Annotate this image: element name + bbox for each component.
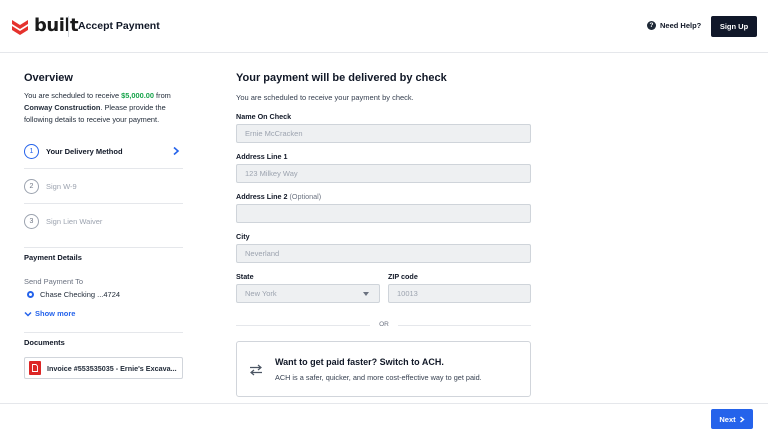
delivery-subtitle: You are scheduled to receive your paymen… xyxy=(236,93,414,102)
next-button[interactable]: Next xyxy=(711,409,753,429)
show-more-label: Show more xyxy=(35,309,76,318)
ach-title: Want to get paid faster? Switch to ACH. xyxy=(275,357,444,367)
divider xyxy=(24,168,183,169)
step-label: Sign Lien Waiver xyxy=(46,217,103,226)
built-logo-icon xyxy=(12,19,28,35)
name-on-check-label: Name On Check xyxy=(236,112,292,121)
chevron-right-icon xyxy=(739,415,745,423)
footer-divider xyxy=(0,403,768,404)
question-icon: ? xyxy=(647,21,656,30)
step-number: 2 xyxy=(24,179,39,194)
page-title: Accept Payment xyxy=(78,20,160,32)
caret-down-icon xyxy=(363,292,369,296)
address-line-2-label: Address Line 2 (Optional) xyxy=(236,192,322,201)
overview-title: Overview xyxy=(24,72,73,84)
step-sign-lien-waiver[interactable]: 3 Sign Lien Waiver xyxy=(24,214,183,229)
document-item[interactable]: Invoice #553535035 - Ernie's Excava... xyxy=(24,357,183,379)
logo-text: built xyxy=(34,15,79,36)
state-value: New York xyxy=(245,289,277,298)
need-help-label: Need Help? xyxy=(660,21,702,30)
address-line-1-label: Address Line 1 xyxy=(236,152,288,161)
header: built Accept Payment ? Need Help? Sign U… xyxy=(0,0,768,53)
chevron-right-icon xyxy=(173,146,180,156)
divider xyxy=(24,332,183,333)
city-input[interactable] xyxy=(236,244,531,263)
step-label: Sign W-9 xyxy=(46,182,77,191)
divider xyxy=(24,247,183,248)
zip-code-input[interactable] xyxy=(388,284,531,303)
step-number: 1 xyxy=(24,144,39,159)
address-line-2-input[interactable] xyxy=(236,204,531,223)
divider xyxy=(24,203,183,204)
delivery-title: Your payment will be delivered by check xyxy=(236,72,447,84)
step-label: Your Delivery Method xyxy=(46,147,123,156)
city-label: City xyxy=(236,232,250,241)
switch-to-ach-card[interactable]: Want to get paid faster? Switch to ACH. … xyxy=(236,341,531,397)
chevron-down-icon xyxy=(24,311,32,317)
show-more-link[interactable]: Show more xyxy=(24,309,75,318)
or-text: OR xyxy=(379,321,389,328)
documents-title: Documents xyxy=(24,338,65,347)
payer-name: Conway Construction xyxy=(24,103,101,112)
optional-tag: (Optional) xyxy=(289,192,322,201)
document-label: Invoice #553535035 - Ernie's Excava... xyxy=(47,363,177,373)
step-sign-w9[interactable]: 2 Sign W-9 xyxy=(24,179,183,194)
radio-selected-icon xyxy=(27,291,34,298)
state-label: State xyxy=(236,272,254,281)
state-select[interactable]: New York xyxy=(236,284,380,303)
name-on-check-input[interactable] xyxy=(236,124,531,143)
header-divider xyxy=(68,16,69,37)
need-help-link[interactable]: ? Need Help? xyxy=(647,21,701,30)
payment-account[interactable]: Chase Checking ...4724 xyxy=(27,290,120,299)
pdf-file-icon xyxy=(29,361,41,375)
ach-text: ACH is a safer, quicker, and more cost-e… xyxy=(275,373,482,382)
address-line-1-input[interactable] xyxy=(236,164,531,183)
send-payment-to-label: Send Payment To xyxy=(24,277,84,286)
next-label: Next xyxy=(719,414,736,424)
overview-text: You are scheduled to receive $5,000.00 f… xyxy=(24,91,171,124)
step-delivery-method[interactable]: 1 Your Delivery Method xyxy=(24,144,183,159)
zip-code-label: ZIP code xyxy=(388,272,418,281)
account-label: Chase Checking ...4724 xyxy=(40,290,121,299)
sign-up-button[interactable]: Sign Up xyxy=(711,16,757,37)
swap-arrows-icon xyxy=(250,364,262,376)
step-number: 3 xyxy=(24,214,39,229)
payment-details-title: Payment Details xyxy=(24,253,82,262)
or-divider: OR xyxy=(236,320,531,330)
payment-amount: $5,000.00 xyxy=(121,91,154,100)
